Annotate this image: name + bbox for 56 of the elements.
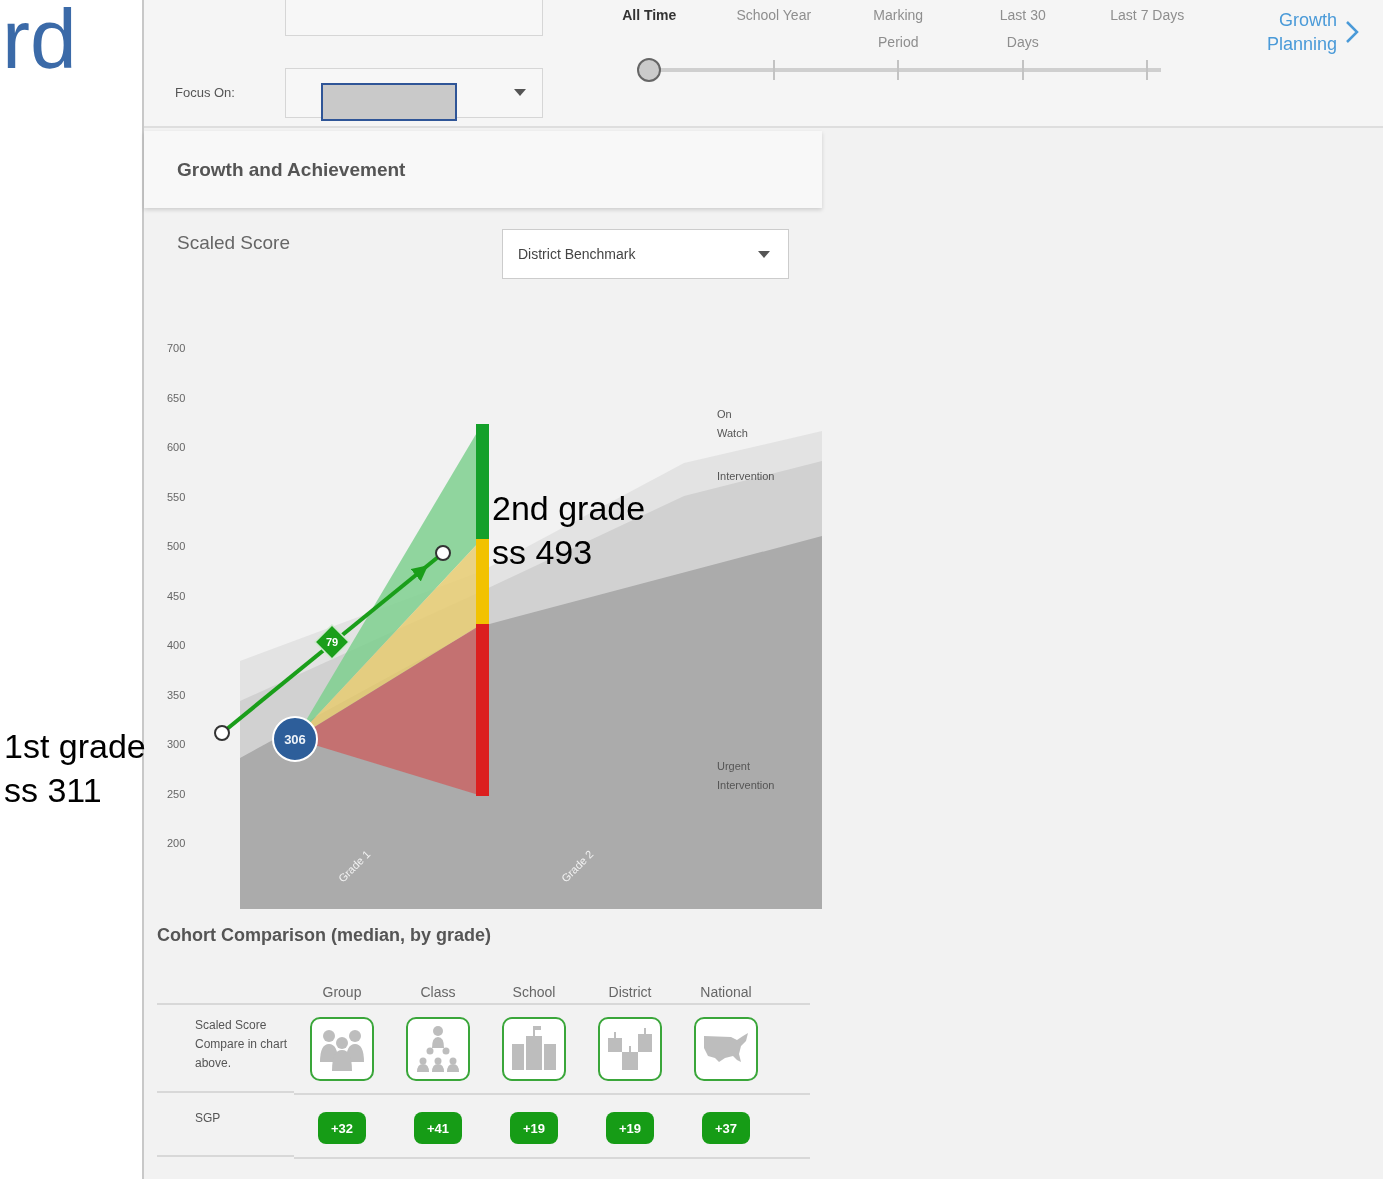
cohort-button[interactable] bbox=[310, 1017, 374, 1081]
sgp-badge: +37 bbox=[702, 1112, 750, 1144]
row-label: Scaled Score Compare in chart above. bbox=[157, 1005, 294, 1093]
time-range-option[interactable]: Marking Period bbox=[858, 2, 939, 57]
column-header: Class bbox=[390, 984, 486, 1005]
column-header: Group bbox=[294, 984, 390, 1005]
axis-tick-label: 700 bbox=[167, 342, 186, 354]
card-title: Growth and Achievement bbox=[177, 158, 406, 181]
cohort-button[interactable] bbox=[694, 1017, 758, 1081]
axis-tick-label: 650 bbox=[167, 391, 186, 404]
time-range-option[interactable]: Last 30 Days bbox=[982, 2, 1063, 57]
caret-icon bbox=[514, 89, 526, 96]
time-range-option[interactable]: Last 7 Days bbox=[1107, 2, 1188, 57]
score-point bbox=[435, 545, 451, 561]
sgp-badge: +19 bbox=[606, 1112, 654, 1144]
growth-planning-link[interactable]: Growth Planning bbox=[1257, 8, 1359, 56]
annotation-text: ss 311 bbox=[4, 770, 103, 811]
focus-dropdown[interactable] bbox=[285, 67, 543, 118]
field-label: Focus On: bbox=[175, 85, 236, 100]
score-circle: 306 bbox=[272, 716, 318, 762]
cohort-button[interactable] bbox=[406, 1017, 470, 1081]
class-field[interactable] bbox=[285, 0, 543, 36]
time-range-option[interactable]: School Year bbox=[733, 2, 814, 57]
sgp-badge: +32 bbox=[318, 1112, 366, 1144]
cohort-button[interactable] bbox=[598, 1017, 662, 1081]
time-range-option[interactable]: All Time bbox=[622, 2, 677, 57]
annotation-text: 2nd grade bbox=[492, 488, 646, 529]
benchmark-dropdown[interactable]: District Benchmark bbox=[502, 229, 789, 279]
cohort-button[interactable] bbox=[502, 1017, 566, 1081]
column-header: National bbox=[678, 984, 774, 1005]
caret-icon bbox=[758, 250, 770, 258]
section-title: Cohort Comparison (median, by grade) bbox=[157, 925, 493, 946]
axis-tick-label: 400 bbox=[167, 639, 186, 651]
column-header: District bbox=[582, 984, 678, 1005]
annotation-text: 1st grade bbox=[4, 726, 146, 767]
axis-tick-label: 250 bbox=[167, 787, 186, 800]
zone-label: On Watch bbox=[717, 408, 748, 439]
sgp-badge: +41 bbox=[414, 1112, 462, 1144]
zone-label: Intervention bbox=[717, 470, 775, 482]
column-header: School bbox=[486, 984, 582, 1005]
axis-tick-label: 350 bbox=[167, 688, 186, 701]
annotation-text: ss 493 bbox=[492, 532, 594, 573]
metric-label: Scaled Score bbox=[177, 232, 290, 255]
axis-tick-label: 500 bbox=[167, 540, 186, 552]
growth-diamond: 79 bbox=[313, 623, 351, 661]
slide-title: rd bbox=[1, 0, 77, 80]
axis-tick-label: 550 bbox=[167, 490, 186, 503]
row-label: SGP bbox=[157, 1095, 294, 1157]
zone-label: Urgent Intervention bbox=[717, 760, 775, 791]
axis-tick-label: 200 bbox=[167, 837, 186, 849]
score-point bbox=[214, 725, 230, 741]
axis-tick-label: 600 bbox=[167, 441, 186, 453]
axis-tick-label: 300 bbox=[167, 738, 186, 750]
sgp-badge: +19 bbox=[510, 1112, 558, 1144]
axis-tick-label: 450 bbox=[167, 589, 186, 602]
chevron-right-icon bbox=[1345, 20, 1359, 44]
